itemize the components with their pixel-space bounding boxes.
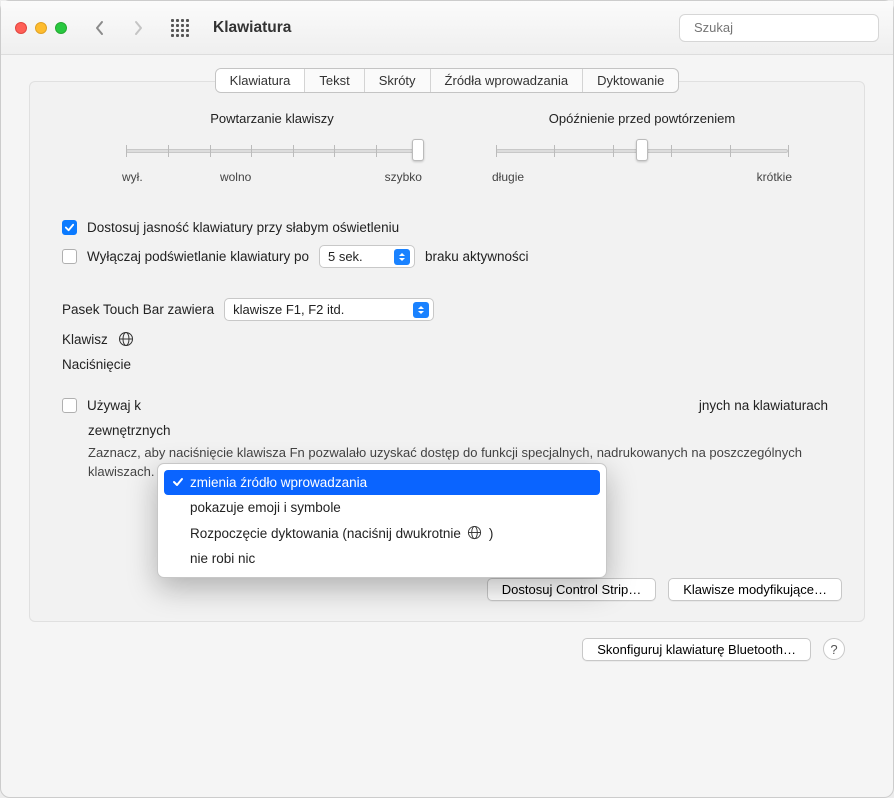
globe-key-row: Klawisz (62, 331, 832, 347)
menu-item-label: zmienia źródło wprowadzania (190, 475, 367, 490)
delay-label-long: długie (492, 170, 524, 184)
search-input[interactable] (694, 20, 870, 35)
tab-keyboard[interactable]: Klawiatura (216, 69, 306, 92)
back-button[interactable] (85, 15, 115, 41)
toolbar: Klawiatura (1, 1, 893, 55)
globe-icon (118, 331, 134, 347)
chevron-left-icon (95, 20, 105, 36)
touchbar-popup[interactable]: klawisze F1, F2 itd. (224, 298, 434, 321)
key-repeat-label-fast: szybko (385, 170, 422, 184)
use-fn-label-part1: Używaj k (87, 398, 141, 413)
press-fn-label: Naciśnięcie (62, 357, 131, 372)
key-repeat-label-slow: wolno (220, 170, 251, 184)
turn-off-backlight-prefix: Wyłączaj podświetlanie klawiatury po (87, 249, 309, 264)
grid-icon (171, 19, 189, 37)
window-title: Klawiatura (213, 19, 291, 37)
tab-dictation[interactable]: Dyktowanie (583, 69, 678, 92)
globe-key-menu: zmienia źródło wprowadzania pokazuje emo… (157, 463, 607, 578)
backlight-timeout-popup[interactable]: 5 sek. (319, 245, 415, 268)
key-repeat-slider-block: Powtarzanie klawiszy (122, 111, 422, 184)
backlight-timeout-value: 5 sek. (328, 249, 363, 264)
adjust-brightness-checkbox[interactable] (62, 220, 77, 235)
adjust-brightness-row: Dostosuj jasność klawiatury przy słabym … (62, 220, 832, 235)
checkmark-icon (172, 476, 184, 488)
tab-text[interactable]: Tekst (305, 69, 364, 92)
menu-item-label: Rozpoczęcie dyktowania (naciśnij dwukrot… (190, 526, 461, 541)
tab-bar: Klawiatura Tekst Skróty Źródła wprowadza… (215, 68, 680, 93)
menu-item-label: nie robi nic (190, 551, 255, 566)
use-fn-checkbox[interactable] (62, 398, 77, 413)
key-repeat-title: Powtarzanie klawiszy (122, 111, 422, 126)
forward-button[interactable] (123, 15, 153, 41)
setup-bluetooth-keyboard-button[interactable]: Skonfiguruj klawiaturę Bluetooth… (582, 638, 811, 661)
menu-item-label: pokazuje emoji i symbole (190, 500, 341, 515)
use-fn-label-part2: jnych na klawiaturach (699, 398, 832, 413)
touchbar-label: Pasek Touch Bar zawiera (62, 302, 214, 317)
window-controls (15, 22, 67, 34)
menu-item-do-nothing[interactable]: nie robi nic (164, 546, 600, 571)
chevron-right-icon (133, 20, 143, 36)
show-all-button[interactable] (165, 15, 195, 41)
bottom-row: Skonfiguruj klawiaturę Bluetooth… ? (29, 622, 865, 661)
tab-shortcuts[interactable]: Skróty (365, 69, 431, 92)
turn-off-backlight-suffix: braku aktywności (425, 249, 529, 264)
touchbar-row: Pasek Touch Bar zawiera klawisze F1, F2 … (62, 298, 832, 321)
menu-item-start-dictation[interactable]: Rozpoczęcie dyktowania (naciśnij dwukrot… (164, 520, 600, 546)
delay-title: Opóźnienie przed powtórzeniem (492, 111, 792, 126)
adjust-brightness-label: Dostosuj jasność klawiatury przy słabym … (87, 220, 399, 235)
help-button[interactable]: ? (823, 638, 845, 660)
turn-off-backlight-row: Wyłączaj podświetlanie klawiatury po 5 s… (62, 245, 832, 268)
touchbar-value: klawisze F1, F2 itd. (233, 302, 344, 317)
tab-input-sources[interactable]: Źródła wprowadzania (431, 69, 584, 92)
preferences-window: Klawiatura Klawiatura Tekst Skróty Źródł… (0, 0, 894, 798)
turn-off-backlight-checkbox[interactable] (62, 249, 77, 264)
key-repeat-slider[interactable] (126, 140, 418, 164)
globe-icon (467, 525, 483, 541)
content-area: Klawiatura Tekst Skróty Źródła wprowadza… (1, 55, 893, 797)
globe-key-label: Klawisz (62, 332, 108, 347)
press-fn-row: Naciśnięcie (62, 357, 832, 372)
delay-label-short: krótkie (757, 170, 792, 184)
delay-slider-block: Opóźnienie przed powtórzeniem (492, 111, 792, 184)
menu-item-label-suffix: ) (489, 526, 494, 541)
chevron-updown-icon (413, 302, 429, 318)
panel-footer: Dostosuj Control Strip… Klawisze modyfik… (30, 574, 864, 621)
menu-item-change-input-source[interactable]: zmienia źródło wprowadzania (164, 470, 600, 495)
use-fn-row: Używaj k jnych na klawiaturach (62, 398, 832, 413)
checkmark-icon (64, 222, 75, 233)
customize-control-strip-button[interactable]: Dostosuj Control Strip… (487, 578, 656, 601)
chevron-updown-icon (394, 249, 410, 265)
search-field[interactable] (679, 14, 879, 42)
key-repeat-label-off: wył. (122, 170, 143, 184)
minimize-window-button[interactable] (35, 22, 47, 34)
use-fn-label-line2: zewnętrznych (88, 423, 832, 438)
modifier-keys-button[interactable]: Klawisze modyfikujące… (668, 578, 842, 601)
menu-item-show-emoji[interactable]: pokazuje emoji i symbole (164, 495, 600, 520)
delay-slider[interactable] (496, 140, 788, 164)
sliders-row: Powtarzanie klawiszy (62, 111, 832, 194)
zoom-window-button[interactable] (55, 22, 67, 34)
close-window-button[interactable] (15, 22, 27, 34)
